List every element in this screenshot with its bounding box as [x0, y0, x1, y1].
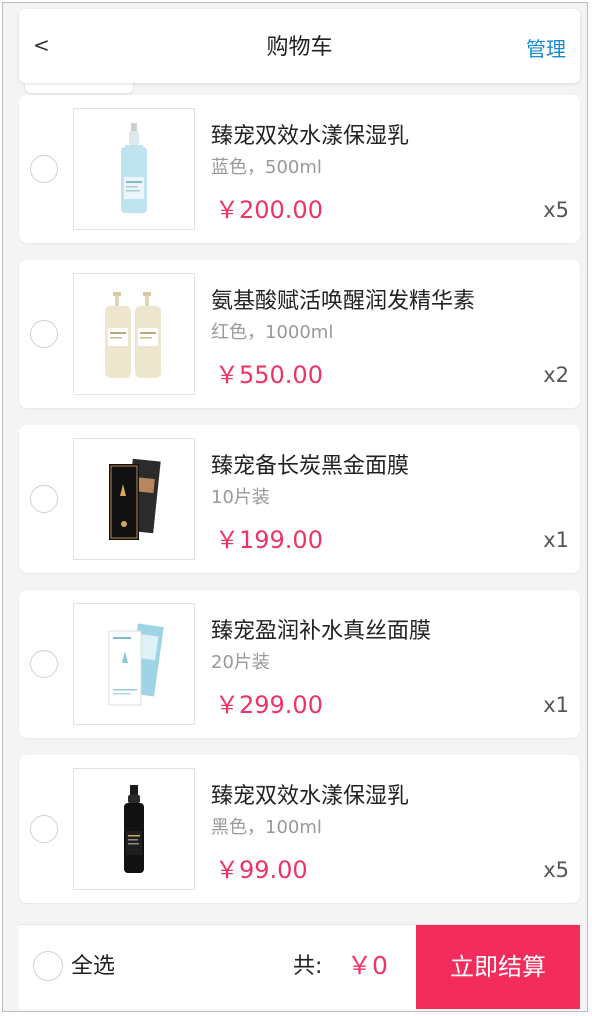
product-spec: 蓝色，500ml [211, 157, 322, 178]
product-price: ￥99.00 [215, 856, 308, 884]
product-image[interactable] [73, 438, 195, 560]
item-select-radio[interactable] [30, 320, 58, 348]
select-all-radio[interactable] [33, 951, 63, 981]
product-image[interactable] [73, 768, 195, 890]
select-all-label[interactable]: 全选 [71, 953, 115, 981]
item-select-radio[interactable] [30, 815, 58, 843]
product-quantity: x5 [543, 858, 569, 882]
product-image[interactable] [73, 603, 195, 725]
checkout-bar: 全选 共: ￥0 立即结算 [19, 924, 580, 1009]
product-name[interactable]: 臻宠双效水漾保湿乳 [211, 783, 409, 811]
product-spec: 红色，1000ml [211, 322, 334, 343]
product-price: ￥299.00 [215, 691, 323, 719]
product-spec: 黑色，100ml [211, 817, 322, 838]
cart-item: 臻宠双效水漾保湿乳 蓝色，500ml ￥200.00 x5 [19, 95, 580, 243]
manage-button[interactable]: 管理 [526, 36, 566, 62]
product-quantity: x1 [543, 693, 569, 717]
page-title: 购物车 [266, 35, 333, 60]
top-bar: < 购物车 管理 [19, 9, 580, 83]
item-select-radio[interactable] [30, 485, 58, 513]
product-price: ￥550.00 [215, 361, 323, 389]
product-name[interactable]: 臻宠盈润补水真丝面膜 [211, 618, 431, 646]
product-name[interactable]: 臻宠双效水漾保湿乳 [211, 123, 409, 151]
app-frame: < 购物车 管理 臻宠双效水漾保湿乳 蓝色，500ml ￥200.00 x5 氨… [2, 2, 588, 1012]
blue-lotion-bottle-icon [121, 123, 147, 213]
cart-item: 臻宠双效水漾保湿乳 黑色，100ml ￥99.00 x5 [19, 755, 580, 903]
cart-item: 臻宠备长炭黑金面膜 10片装 ￥199.00 x1 [19, 425, 580, 573]
cart-item: 臻宠盈润补水真丝面膜 20片装 ￥299.00 x1 [19, 590, 580, 738]
black-gold-mask-box-icon [109, 458, 161, 540]
silk-mask-box-icon [108, 623, 164, 706]
cart-item: 氨基酸赋活唤醒润发精华素 红色，1000ml ￥550.00 x2 [19, 260, 580, 408]
total-label: 共: [293, 954, 323, 979]
product-price: ￥199.00 [215, 526, 323, 554]
product-name[interactable]: 臻宠备长炭黑金面膜 [211, 453, 409, 481]
item-select-radio[interactable] [30, 155, 58, 183]
product-name[interactable]: 氨基酸赋活唤醒润发精华素 [211, 288, 475, 316]
product-image[interactable] [73, 108, 195, 230]
checkout-button[interactable]: 立即结算 [416, 925, 580, 1009]
product-price: ￥200.00 [215, 196, 323, 224]
product-image[interactable] [73, 273, 195, 395]
product-quantity: x1 [543, 528, 569, 552]
product-quantity: x2 [543, 363, 569, 387]
product-spec: 10片装 [211, 487, 270, 508]
item-select-radio[interactable] [30, 650, 58, 678]
pump-bottles-icon [105, 292, 161, 378]
black-lotion-bottle-icon [124, 785, 144, 873]
total-amount: ￥0 [347, 951, 388, 980]
product-spec: 20片装 [211, 652, 270, 673]
product-quantity: x5 [543, 198, 569, 222]
